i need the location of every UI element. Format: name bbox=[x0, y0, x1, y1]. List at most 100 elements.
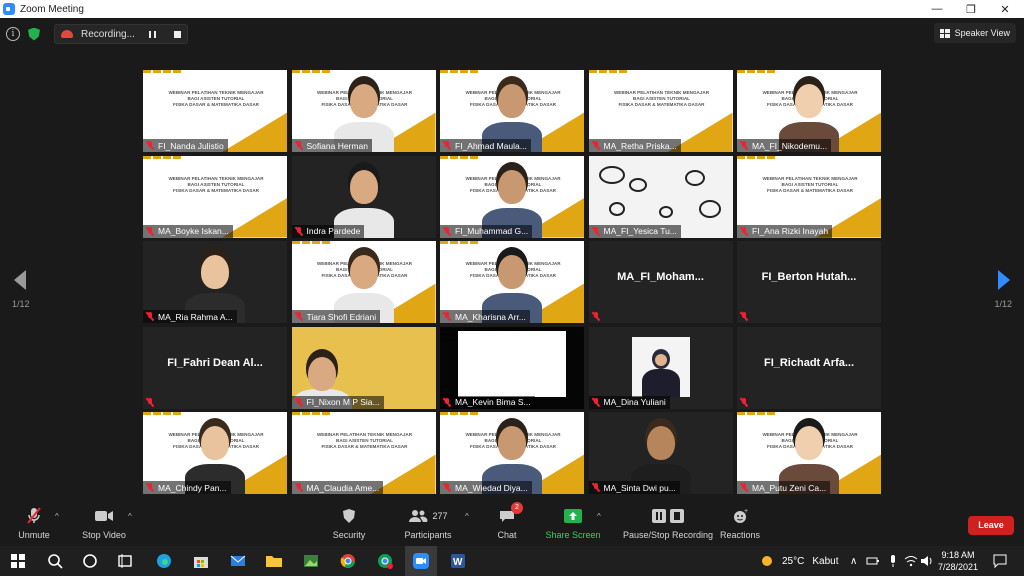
participant-tile[interactable]: WEBINAR PELATIHAN TEKNIK MENGAJARBAGI AS… bbox=[291, 412, 436, 494]
share-options-caret-icon[interactable]: ^ bbox=[597, 512, 601, 521]
edge-browser-icon[interactable] bbox=[155, 552, 173, 570]
muted-mic-icon bbox=[592, 483, 600, 492]
participant-video-face bbox=[498, 169, 526, 204]
minimize-button[interactable]: — bbox=[920, 0, 954, 18]
mail-icon[interactable] bbox=[229, 552, 247, 570]
stop-recording-icon[interactable] bbox=[173, 30, 181, 38]
info-icon[interactable]: i bbox=[6, 27, 20, 41]
participant-tile[interactable]: WEBINAR PELATIHAN TEKNIK MENGAJARBAGI AS… bbox=[588, 70, 733, 152]
windows-start-icon[interactable] bbox=[9, 552, 27, 570]
participant-tile[interactable]: WEBINAR PELATIHAN TEKNIK MENGAJARBAGI AS… bbox=[440, 412, 584, 494]
participant-namebar bbox=[143, 396, 162, 409]
maximize-button[interactable]: ❐ bbox=[954, 0, 988, 18]
participant-tile[interactable]: WEBINAR PELATIHAN TEKNIK MENGAJARBAGI AS… bbox=[143, 155, 287, 238]
video-options-caret-icon[interactable]: ^ bbox=[128, 512, 132, 521]
participant-namebar bbox=[737, 396, 756, 409]
participant-tile[interactable]: WEBINAR PELATIHAN TEKNIK MENGAJARBAGI AS… bbox=[291, 241, 436, 323]
participant-tile[interactable]: MA_Ria Rahma A... bbox=[143, 241, 287, 323]
participant-name: MA_Putu Zeni Ca... bbox=[752, 482, 827, 493]
participants-label: Participants bbox=[404, 530, 452, 540]
word-icon[interactable]: W bbox=[449, 552, 467, 570]
tray-chevron-icon[interactable]: ∧ bbox=[850, 546, 857, 576]
participant-tile[interactable]: MA_Sinta Dwi pu... bbox=[588, 412, 733, 494]
notification-center-icon[interactable] bbox=[992, 553, 1008, 569]
participant-tile[interactable]: WEBINAR PELATIHAN TEKNIK MENGAJARBAGI AS… bbox=[440, 155, 584, 238]
muted-mic-icon bbox=[295, 312, 303, 321]
unmute-label: Unmute bbox=[18, 530, 50, 540]
participant-namebar bbox=[737, 310, 756, 323]
chrome-icon[interactable] bbox=[339, 552, 357, 570]
weather-widget[interactable]: 25°C Kabut bbox=[760, 546, 838, 576]
share-screen-button[interactable]: Share Screen bbox=[533, 506, 613, 540]
participant-tile[interactable]: WEBINAR PELATIHAN TEKNIK MENGAJARBAGI AS… bbox=[737, 70, 881, 152]
participant-tile[interactable]: FI_Richadt Arfa... bbox=[737, 326, 881, 409]
participant-tile[interactable]: MA_FI_Yesica Tu... bbox=[588, 155, 733, 238]
participant-tile[interactable]: WEBINAR PELATIHAN TEKNIK MENGAJARBAGI AS… bbox=[440, 70, 584, 152]
participant-tile[interactable]: WEBINAR PELATIHAN TEKNIK MENGAJARBAGI AS… bbox=[291, 70, 436, 152]
participant-tile[interactable]: WEBINAR PELATIHAN TEKNIK MENGAJARBAGI AS… bbox=[143, 412, 287, 494]
cortana-icon[interactable] bbox=[81, 552, 99, 570]
previous-page-arrow-icon[interactable] bbox=[14, 270, 26, 290]
meeting-toolbar: Unmute ^ Stop Video ^ Security 277 Parti… bbox=[0, 502, 1024, 546]
close-button[interactable]: ✕ bbox=[988, 0, 1022, 18]
participant-tile[interactable]: FI_Fahri Dean Al... bbox=[143, 326, 287, 409]
participant-tile[interactable]: FI_Berton Hutah... bbox=[737, 241, 881, 323]
participant-namebar: MA_Kevin Bima S... bbox=[440, 395, 535, 409]
chrome-profile-icon[interactable] bbox=[376, 552, 394, 570]
volume-icon[interactable] bbox=[920, 554, 934, 568]
weather-temperature: 25°C bbox=[782, 555, 805, 567]
chat-bubble-icon: 2 bbox=[499, 502, 523, 526]
participant-name: FI_Nanda Julistio bbox=[158, 140, 224, 151]
zoom-app-icon[interactable] bbox=[412, 552, 430, 570]
battery-icon[interactable] bbox=[866, 554, 880, 568]
participant-tile[interactable]: FI_Nixon M P Sia... bbox=[291, 326, 436, 409]
leave-button[interactable]: Leave bbox=[968, 516, 1014, 535]
file-explorer-icon[interactable] bbox=[265, 552, 283, 570]
muted-mic-icon bbox=[443, 312, 451, 321]
security-button[interactable]: Security bbox=[309, 506, 389, 540]
participant-video-face bbox=[646, 426, 675, 460]
profile-photo bbox=[631, 336, 690, 397]
store-icon[interactable] bbox=[192, 552, 210, 570]
participant-name: FI_Muhammad G... bbox=[455, 226, 529, 236]
participant-tile[interactable]: WEBINAR PELATIHAN TEKNIK MENGAJARBAGI AS… bbox=[440, 241, 584, 323]
participant-video-face bbox=[201, 255, 229, 289]
muted-mic-icon bbox=[295, 226, 303, 236]
window-title: Zoom Meeting bbox=[20, 3, 84, 15]
video-camera-icon bbox=[94, 506, 114, 526]
participant-tile[interactable]: Indra Pardede bbox=[291, 155, 436, 238]
participant-namebar: MA_Kharisna Arr... bbox=[440, 310, 530, 323]
task-view-icon[interactable] bbox=[116, 552, 134, 570]
muted-microphone-icon bbox=[26, 506, 42, 526]
participant-video-face bbox=[795, 426, 823, 460]
reactions-button[interactable]: + Reactions bbox=[700, 506, 780, 540]
participant-tile[interactable]: MA_FI_Moham... bbox=[588, 241, 733, 323]
taskbar-clock[interactable]: 9:18 AM 7/28/2021 bbox=[938, 549, 978, 573]
muted-mic-icon bbox=[740, 312, 748, 321]
participant-tile[interactable]: WEBINAR PELATIHAN TEKNIK MENGAJARBAGI AS… bbox=[737, 412, 881, 494]
unmute-button[interactable]: Unmute bbox=[0, 506, 74, 540]
participant-tile[interactable]: WEBINAR PELATIHAN TEKNIK MENGAJARBAGI AS… bbox=[143, 70, 287, 152]
participant-video-face bbox=[498, 255, 526, 289]
recording-label: Recording... bbox=[81, 28, 135, 40]
muted-mic-icon bbox=[146, 312, 154, 321]
participants-button[interactable]: 277 Participants bbox=[388, 506, 468, 540]
pause-recording-icon[interactable] bbox=[148, 30, 156, 38]
participant-namebar: MA_FI_Nikodemu... bbox=[737, 139, 832, 152]
participant-tile[interactable]: WEBINAR PELATIHAN TEKNIK MENGAJARBAGI AS… bbox=[440, 326, 584, 409]
stop-video-button[interactable]: Stop Video bbox=[64, 506, 144, 540]
photos-icon[interactable] bbox=[302, 552, 320, 570]
microphone-tray-icon[interactable] bbox=[886, 554, 900, 568]
participant-name: MA_Kharisna Arr... bbox=[455, 311, 526, 322]
participant-name: MA_Chindy Pan... bbox=[158, 482, 227, 493]
encryption-shield-icon[interactable] bbox=[28, 27, 40, 41]
slide-text-line: FISIKA DASAR & MATEMATIKA DASAR bbox=[173, 187, 259, 193]
participant-tile[interactable]: MA_Dina Yuliani bbox=[588, 326, 733, 409]
wifi-icon[interactable] bbox=[904, 554, 918, 568]
next-page-arrow-icon[interactable] bbox=[998, 270, 1010, 290]
speaker-view-button[interactable]: Speaker View bbox=[933, 23, 1016, 43]
search-icon[interactable] bbox=[46, 552, 64, 570]
participant-tile[interactable]: WEBINAR PELATIHAN TEKNIK MENGAJARBAGI AS… bbox=[737, 155, 881, 238]
audio-options-caret-icon[interactable]: ^ bbox=[55, 512, 59, 521]
participant-name-large: FI_Berton Hutah... bbox=[761, 271, 857, 283]
